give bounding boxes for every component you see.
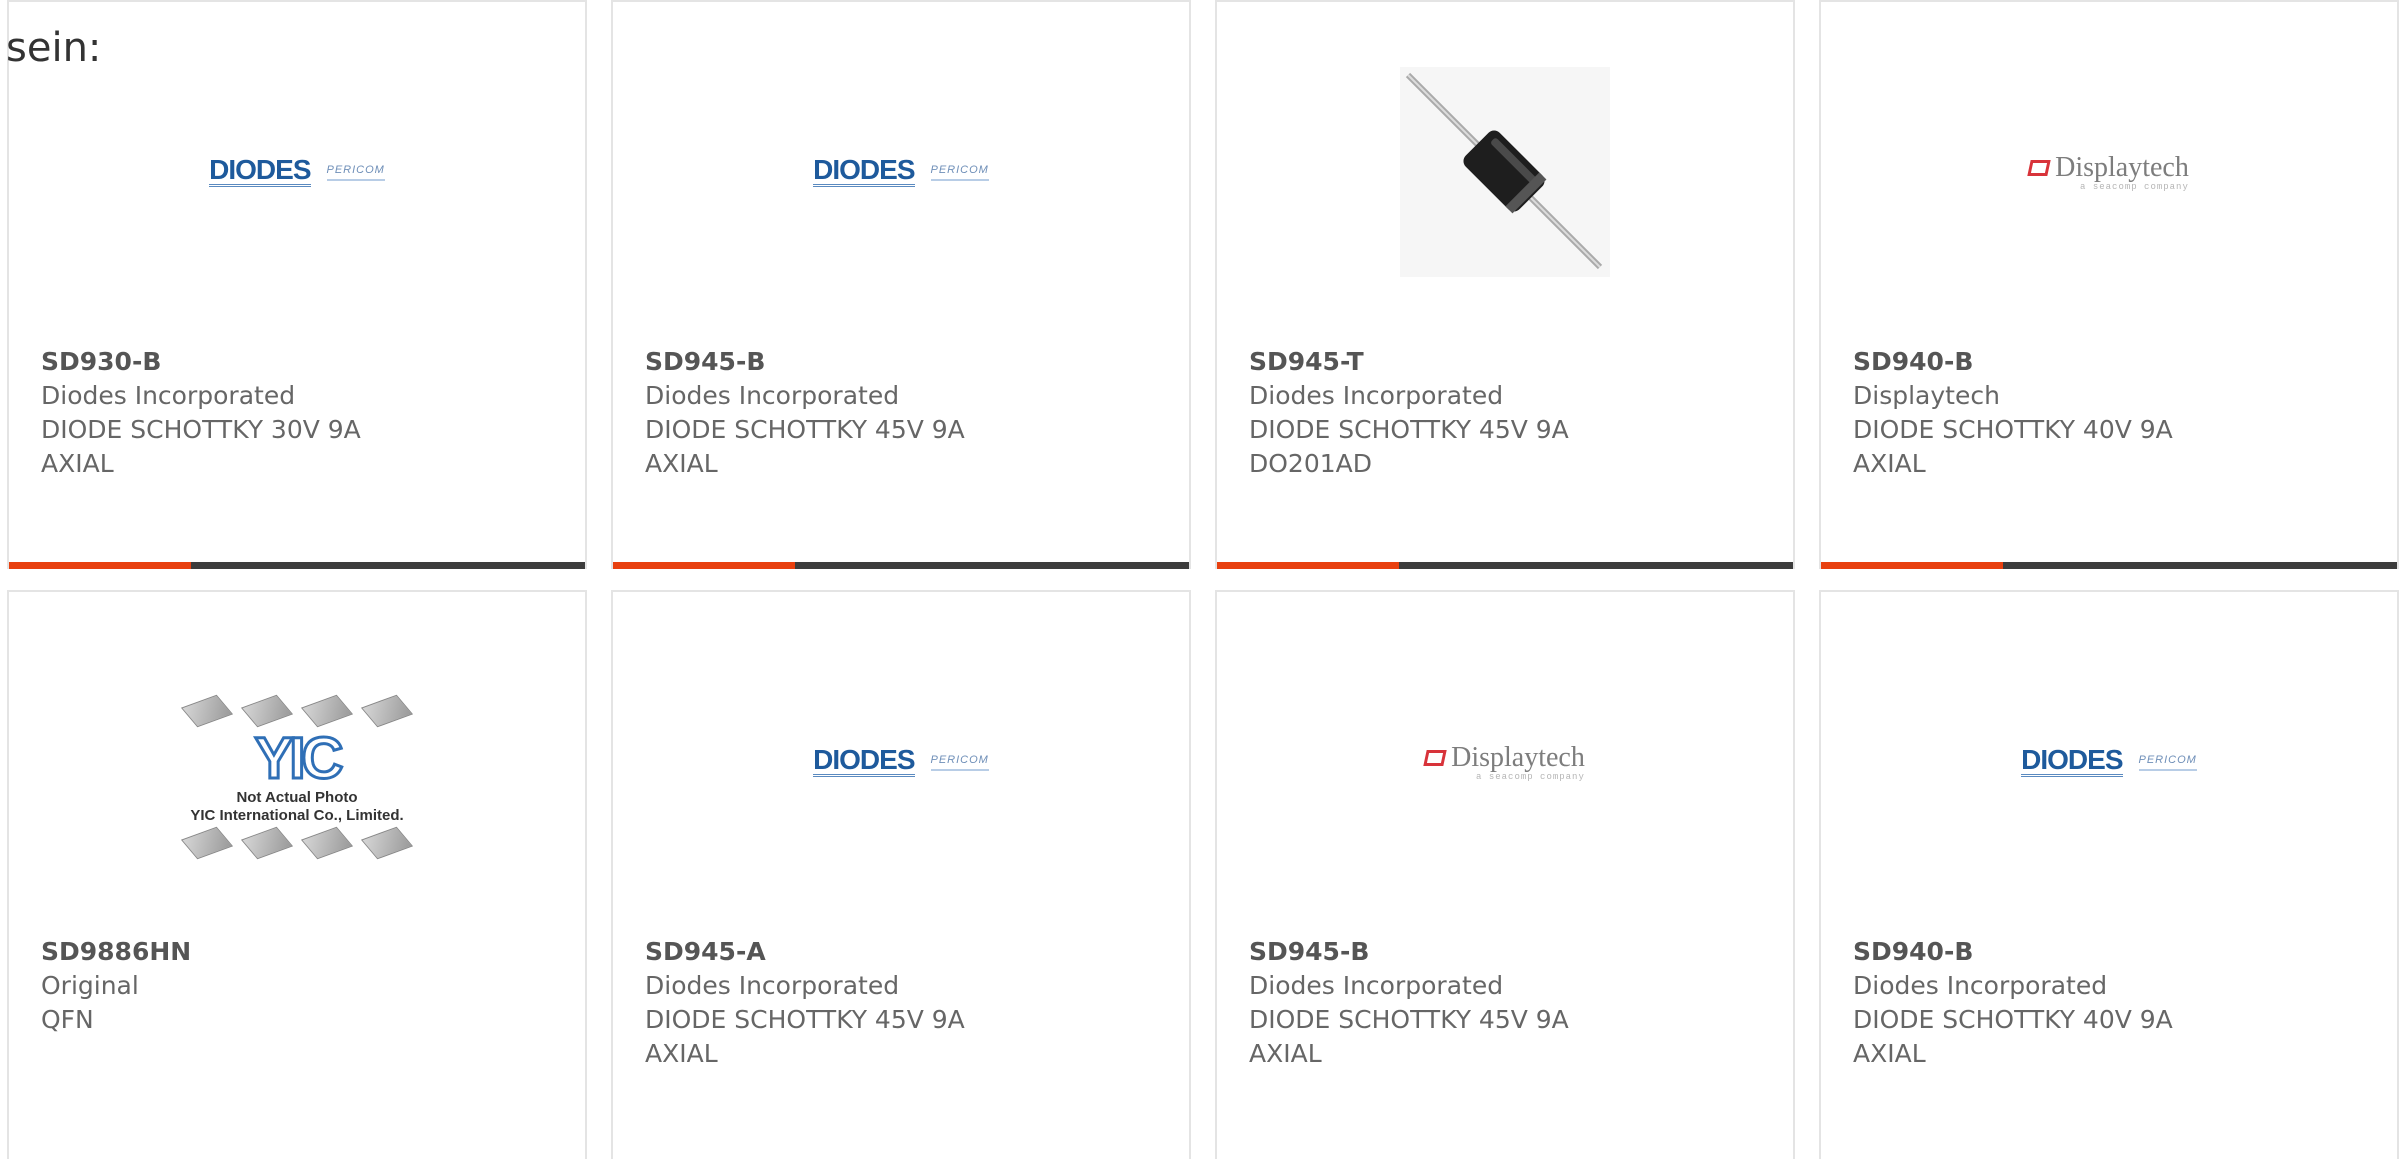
product-image[interactable]: DIODES PERICOM <box>613 67 1189 277</box>
description: DIODE SCHOTTKY 45V 9A DO201AD <box>1249 415 1569 478</box>
product-image[interactable]: DIODES PERICOM <box>613 657 1189 867</box>
product-image[interactable] <box>1217 67 1793 277</box>
part-number[interactable]: SD945-B <box>1249 935 1649 969</box>
card-bar <box>1821 562 2397 569</box>
product-card[interactable]: DIODES PERICOM SD940-B Diodes Incorporat… <box>1819 590 2399 1159</box>
product-card[interactable]: Displaytech a seacomp company SD940-B Di… <box>1819 0 2399 569</box>
manufacturer: Diodes Incorporated <box>41 381 296 410</box>
card-bar <box>613 562 1189 569</box>
card-bar <box>1217 562 1793 569</box>
product-card[interactable]: DIODES PERICOM SD945-B Diodes Incorporat… <box>611 0 1191 569</box>
product-card[interactable]: SD945-T Diodes Incorporated DIODE SCHOTT… <box>1215 0 1795 569</box>
part-number[interactable]: SD945-A <box>645 935 1045 969</box>
product-card[interactable]: Displaytech a seacomp company SD945-B Di… <box>1215 590 1795 1159</box>
product-image[interactable]: YIC Not Actual Photo YIC International C… <box>9 672 585 882</box>
part-number[interactable]: SD940-B <box>1853 935 2253 969</box>
part-number[interactable]: SD940-B <box>1853 345 2253 379</box>
manufacturer: Diodes Incorporated <box>1249 971 1504 1000</box>
diodes-logo: DIODES PERICOM <box>813 153 989 187</box>
manufacturer: Diodes Incorporated <box>645 381 900 410</box>
description: DIODE SCHOTTKY 45V 9A AXIAL <box>645 415 965 478</box>
part-number[interactable]: SD945-T <box>1249 345 1649 379</box>
displaytech-logo: Displaytech a seacomp company <box>2027 152 2189 192</box>
intro-text: sein: <box>6 25 102 71</box>
product-image[interactable]: DIODES PERICOM <box>9 67 585 277</box>
product-card[interactable]: DIODES PERICOM SD930-B Diodes Incorporat… <box>7 0 587 569</box>
manufacturer: Diodes Incorporated <box>645 971 900 1000</box>
description: DIODE SCHOTTKY 45V 9A AXIAL <box>645 1005 965 1068</box>
description: DIODE SCHOTTKY 45V 9A AXIAL <box>1249 1005 1569 1068</box>
description: DIODE SCHOTTKY 30V 9A AXIAL <box>41 415 361 478</box>
manufacturer: Displaytech <box>1853 381 2000 410</box>
product-image[interactable]: DIODES PERICOM <box>1821 657 2397 867</box>
diodes-logo: DIODES PERICOM <box>2021 743 2197 777</box>
card-bar <box>9 562 585 569</box>
axial-diode-photo <box>1400 67 1610 277</box>
product-image[interactable]: Displaytech a seacomp company <box>1821 67 2397 277</box>
part-number[interactable]: SD930-B <box>41 345 441 379</box>
yic-placeholder-image: YIC Not Actual Photo YIC International C… <box>180 693 414 861</box>
manufacturer: Diodes Incorporated <box>1853 971 2108 1000</box>
displaytech-logo: Displaytech a seacomp company <box>1423 742 1585 782</box>
product-card[interactable]: YIC Not Actual Photo YIC International C… <box>7 590 587 1159</box>
part-number[interactable]: SD9886HN <box>41 935 441 969</box>
diodes-logo: DIODES PERICOM <box>209 153 385 187</box>
product-card[interactable]: DIODES PERICOM SD945-A Diodes Incorporat… <box>611 590 1191 1159</box>
description: QFN <box>41 1005 94 1034</box>
description: DIODE SCHOTTKY 40V 9A AXIAL <box>1853 1005 2173 1068</box>
part-number[interactable]: SD945-B <box>645 345 1045 379</box>
diodes-logo: DIODES PERICOM <box>813 743 989 777</box>
manufacturer: Diodes Incorporated <box>1249 381 1504 410</box>
product-image[interactable]: Displaytech a seacomp company <box>1217 657 1793 867</box>
manufacturer: Original <box>41 971 139 1000</box>
description: DIODE SCHOTTKY 40V 9A AXIAL <box>1853 415 2173 478</box>
